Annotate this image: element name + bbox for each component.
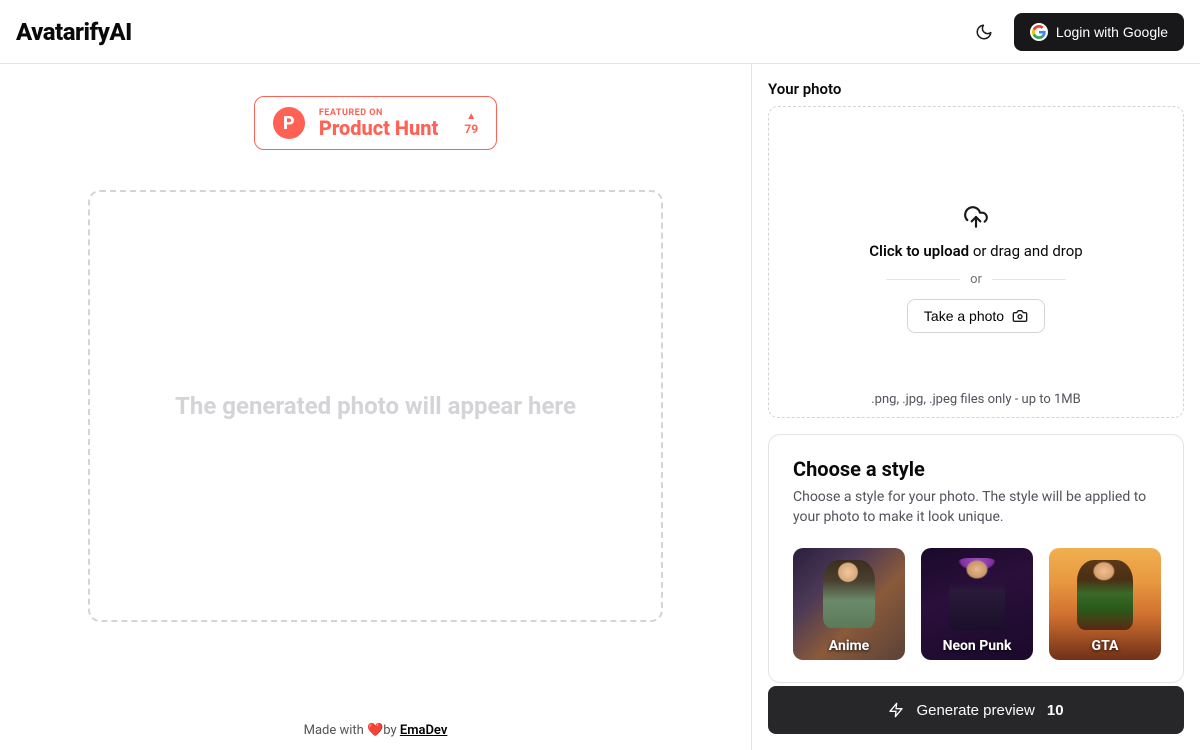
header-right: Login with Google bbox=[966, 13, 1184, 51]
style-title: Choose a style bbox=[793, 457, 1159, 481]
preview-placeholder: The generated photo will appear here bbox=[175, 392, 576, 420]
product-hunt-text: FEATURED ON Product Hunt bbox=[319, 108, 439, 138]
upload-section-label: Your photo bbox=[768, 80, 1184, 98]
style-section: Choose a style Choose a style for your p… bbox=[768, 434, 1184, 683]
upload-text: Click to upload or drag and drop bbox=[869, 242, 1082, 260]
product-hunt-icon: P bbox=[273, 107, 305, 139]
left-panel: P FEATURED ON Product Hunt ▲ 79 The gene… bbox=[0, 64, 752, 750]
google-icon bbox=[1030, 23, 1048, 41]
author-link[interactable]: EmaDev bbox=[400, 723, 448, 738]
take-photo-button[interactable]: Take a photo bbox=[907, 299, 1045, 333]
lightning-icon bbox=[888, 702, 904, 718]
upload-dropzone[interactable]: Click to upload or drag and drop or Take… bbox=[768, 106, 1184, 418]
main: P FEATURED ON Product Hunt ▲ 79 The gene… bbox=[0, 64, 1200, 750]
login-google-button[interactable]: Login with Google bbox=[1014, 13, 1184, 51]
generate-preview-button[interactable]: Generate preview 10 bbox=[768, 686, 1184, 734]
bottom-bar: Generate preview 10 bbox=[752, 686, 1200, 750]
right-panel: Your photo Click to upload or drag and d… bbox=[752, 64, 1200, 750]
moon-icon bbox=[975, 23, 993, 41]
upvote-triangle-icon: ▲ bbox=[466, 111, 476, 122]
camera-icon bbox=[1012, 308, 1028, 324]
or-divider: or bbox=[886, 272, 1066, 287]
brand-logo: AvatarifyAI bbox=[16, 18, 132, 46]
login-label: Login with Google bbox=[1056, 24, 1168, 40]
upload-note: .png, .jpg, .jpeg files only - up to 1MB bbox=[871, 392, 1081, 407]
theme-toggle-button[interactable] bbox=[966, 14, 1002, 50]
style-options: Anime Neon Punk GTA bbox=[793, 548, 1159, 660]
style-option-neon-punk[interactable]: Neon Punk bbox=[921, 548, 1033, 660]
generate-count: 10 bbox=[1047, 702, 1064, 719]
upload-cloud-icon bbox=[963, 204, 989, 230]
style-option-anime[interactable]: Anime bbox=[793, 548, 905, 660]
style-option-gta[interactable]: GTA bbox=[1049, 548, 1161, 660]
footer-credit: Made with ❤️by EmaDev bbox=[304, 723, 448, 738]
right-content: Your photo Click to upload or drag and d… bbox=[752, 64, 1200, 686]
style-description: Choose a style for your photo. The style… bbox=[793, 487, 1159, 528]
header: AvatarifyAI Login with Google bbox=[0, 0, 1200, 64]
preview-area: The generated photo will appear here bbox=[88, 190, 663, 622]
product-hunt-badge[interactable]: P FEATURED ON Product Hunt ▲ 79 bbox=[254, 96, 497, 150]
product-hunt-votes: ▲ 79 bbox=[464, 111, 478, 136]
